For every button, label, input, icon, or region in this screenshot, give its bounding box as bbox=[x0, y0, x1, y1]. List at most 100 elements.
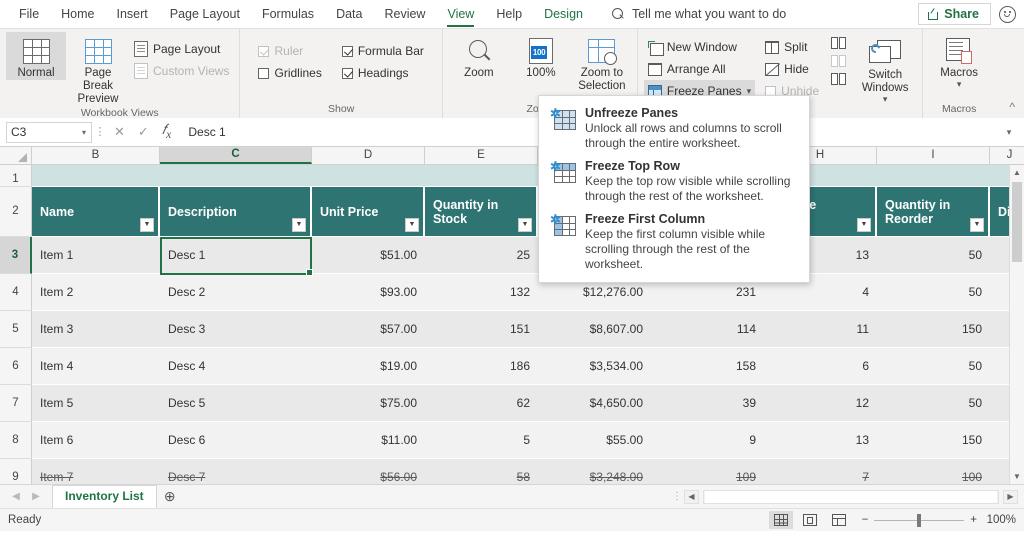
column-header-e[interactable]: E bbox=[425, 147, 538, 164]
row-header-5[interactable]: 5 bbox=[0, 311, 32, 348]
cell-d6[interactable]: $19.00 bbox=[312, 348, 425, 385]
tab-insert[interactable]: Insert bbox=[106, 3, 159, 25]
cell-c7[interactable]: Desc 5 bbox=[160, 385, 312, 422]
zoom-thumb[interactable] bbox=[917, 514, 921, 527]
cell-b3[interactable]: Item 1 bbox=[32, 237, 160, 274]
gridlines-checkbox[interactable]: Gridlines bbox=[254, 62, 325, 84]
share-button[interactable]: Share bbox=[918, 3, 991, 25]
table-header-quantity-in-reorder[interactable]: Quantity in Reorder ▼ bbox=[877, 187, 990, 237]
column-header-j[interactable]: J bbox=[990, 147, 1024, 164]
confirm-icon[interactable]: ✓ bbox=[138, 124, 149, 140]
table-header-name[interactable]: Name ▼ bbox=[32, 187, 160, 237]
feedback-smiley-icon[interactable] bbox=[999, 6, 1016, 23]
cell-d9[interactable]: $56.00 bbox=[312, 459, 425, 484]
tell-me-search[interactable]: Tell me what you want to do bbox=[612, 7, 786, 21]
filter-dropdown-icon[interactable]: ▼ bbox=[970, 218, 984, 232]
scroll-up-arrow-icon[interactable]: ▲ bbox=[1010, 165, 1024, 180]
vertical-scroll-thumb[interactable] bbox=[1012, 182, 1022, 262]
cell-i6[interactable]: 50 bbox=[877, 348, 990, 385]
zoom-in-button[interactable]: + bbox=[970, 514, 977, 526]
cell-f8[interactable]: $55.00 bbox=[538, 422, 651, 459]
tab-review[interactable]: Review bbox=[373, 3, 436, 25]
column-header-b[interactable]: B bbox=[32, 147, 160, 164]
cell-g6[interactable]: 158 bbox=[651, 348, 764, 385]
cell-g7[interactable]: 39 bbox=[651, 385, 764, 422]
cancel-icon[interactable]: ✕ bbox=[114, 124, 125, 140]
hide-button[interactable]: Hide bbox=[761, 58, 823, 80]
cell-h5[interactable]: 11 bbox=[764, 311, 877, 348]
add-sheet-icon[interactable]: ⊕ bbox=[157, 488, 183, 505]
tab-file[interactable]: File bbox=[8, 3, 50, 25]
column-header-c[interactable]: C bbox=[160, 147, 312, 164]
new-window-button[interactable]: New Window bbox=[644, 36, 755, 58]
cell-c3[interactable]: Desc 1 bbox=[160, 237, 312, 274]
cell-i3[interactable]: 50 bbox=[877, 237, 990, 274]
normal-view-button[interactable]: Normal bbox=[6, 32, 66, 80]
cell-c8[interactable]: Desc 6 bbox=[160, 422, 312, 459]
cell-i9[interactable]: 100 bbox=[877, 459, 990, 484]
cell-g9[interactable]: 109 bbox=[651, 459, 764, 484]
cell-b7[interactable]: Item 5 bbox=[32, 385, 160, 422]
scroll-left-arrow-icon[interactable]: ◀ bbox=[684, 490, 699, 504]
cell-b5[interactable]: Item 3 bbox=[32, 311, 160, 348]
row-header-7[interactable]: 7 bbox=[0, 385, 32, 422]
scroll-right-arrow-icon[interactable]: ▶ bbox=[1003, 490, 1018, 504]
row-header-6[interactable]: 6 bbox=[0, 348, 32, 385]
page-break-preview-button[interactable]: Page Break Preview bbox=[68, 32, 128, 106]
cell-d3[interactable]: $51.00 bbox=[312, 237, 425, 274]
zoom-100-button[interactable]: 100 100% bbox=[511, 32, 571, 80]
row-header-4[interactable]: 4 bbox=[0, 274, 32, 311]
reset-window-position-icon[interactable] bbox=[831, 72, 848, 87]
zoom-out-button[interactable]: − bbox=[862, 514, 869, 526]
headings-checkbox[interactable]: Headings bbox=[338, 62, 428, 84]
cell-e5[interactable]: 151 bbox=[425, 311, 538, 348]
page-layout-view-button[interactable]: Page Layout bbox=[130, 38, 233, 60]
cell-i1[interactable] bbox=[877, 165, 990, 187]
horizontal-scrollbar[interactable] bbox=[703, 490, 999, 504]
table-header-description[interactable]: Description ▼ bbox=[160, 187, 312, 237]
name-box[interactable]: C3 ▾ bbox=[6, 122, 92, 143]
cell-b9[interactable]: Item 7 bbox=[32, 459, 160, 484]
select-all-corner[interactable] bbox=[0, 147, 32, 164]
macros-button[interactable]: Macros ▾ bbox=[929, 32, 989, 89]
column-header-i[interactable]: I bbox=[877, 147, 990, 164]
formula-bar-checkbox[interactable]: Formula Bar bbox=[338, 40, 428, 62]
cell-d1[interactable] bbox=[312, 165, 425, 187]
cell-e7[interactable]: 62 bbox=[425, 385, 538, 422]
cell-e4[interactable]: 132 bbox=[425, 274, 538, 311]
previous-sheet-icon[interactable]: ◀ bbox=[6, 491, 26, 502]
cell-e6[interactable]: 186 bbox=[425, 348, 538, 385]
cell-e9[interactable]: 58 bbox=[425, 459, 538, 484]
page-layout-view-button[interactable] bbox=[798, 511, 822, 529]
cell-c4[interactable]: Desc 2 bbox=[160, 274, 312, 311]
cell-d5[interactable]: $57.00 bbox=[312, 311, 425, 348]
cell-h6[interactable]: 6 bbox=[764, 348, 877, 385]
insert-function-icon[interactable]: 𝑓x bbox=[162, 123, 172, 141]
row-header-2[interactable]: 2 bbox=[0, 187, 32, 237]
split-button[interactable]: Split bbox=[761, 36, 823, 58]
cell-f7[interactable]: $4,650.00 bbox=[538, 385, 651, 422]
horizontal-scroll-thumb[interactable] bbox=[705, 491, 997, 503]
tab-help[interactable]: Help bbox=[485, 3, 533, 25]
arrange-all-button[interactable]: Arrange All bbox=[644, 58, 755, 80]
tab-data[interactable]: Data bbox=[325, 3, 373, 25]
row-header-8[interactable]: 8 bbox=[0, 422, 32, 459]
sheet-tab-inventory-list[interactable]: Inventory List bbox=[52, 485, 157, 508]
cell-i5[interactable]: 150 bbox=[877, 311, 990, 348]
cell-c5[interactable]: Desc 3 bbox=[160, 311, 312, 348]
cell-e1[interactable] bbox=[425, 165, 538, 187]
column-header-d[interactable]: D bbox=[312, 147, 425, 164]
collapse-ribbon-icon[interactable]: ^ bbox=[1009, 100, 1015, 114]
cell-d8[interactable]: $11.00 bbox=[312, 422, 425, 459]
cell-d4[interactable]: $93.00 bbox=[312, 274, 425, 311]
cell-f6[interactable]: $3,534.00 bbox=[538, 348, 651, 385]
cell-i7[interactable]: 50 bbox=[877, 385, 990, 422]
zoom-button[interactable]: Zoom bbox=[449, 32, 509, 80]
cell-e3[interactable]: 25 bbox=[425, 237, 538, 274]
cell-b8[interactable]: Item 6 bbox=[32, 422, 160, 459]
row-header-1[interactable]: 1 bbox=[0, 165, 32, 187]
tab-design[interactable]: Design bbox=[533, 3, 594, 25]
cell-f5[interactable]: $8,607.00 bbox=[538, 311, 651, 348]
cell-b4[interactable]: Item 2 bbox=[32, 274, 160, 311]
menu-item-freeze-top-row[interactable]: ✲ Freeze Top Row Keep the top row visibl… bbox=[539, 154, 809, 207]
